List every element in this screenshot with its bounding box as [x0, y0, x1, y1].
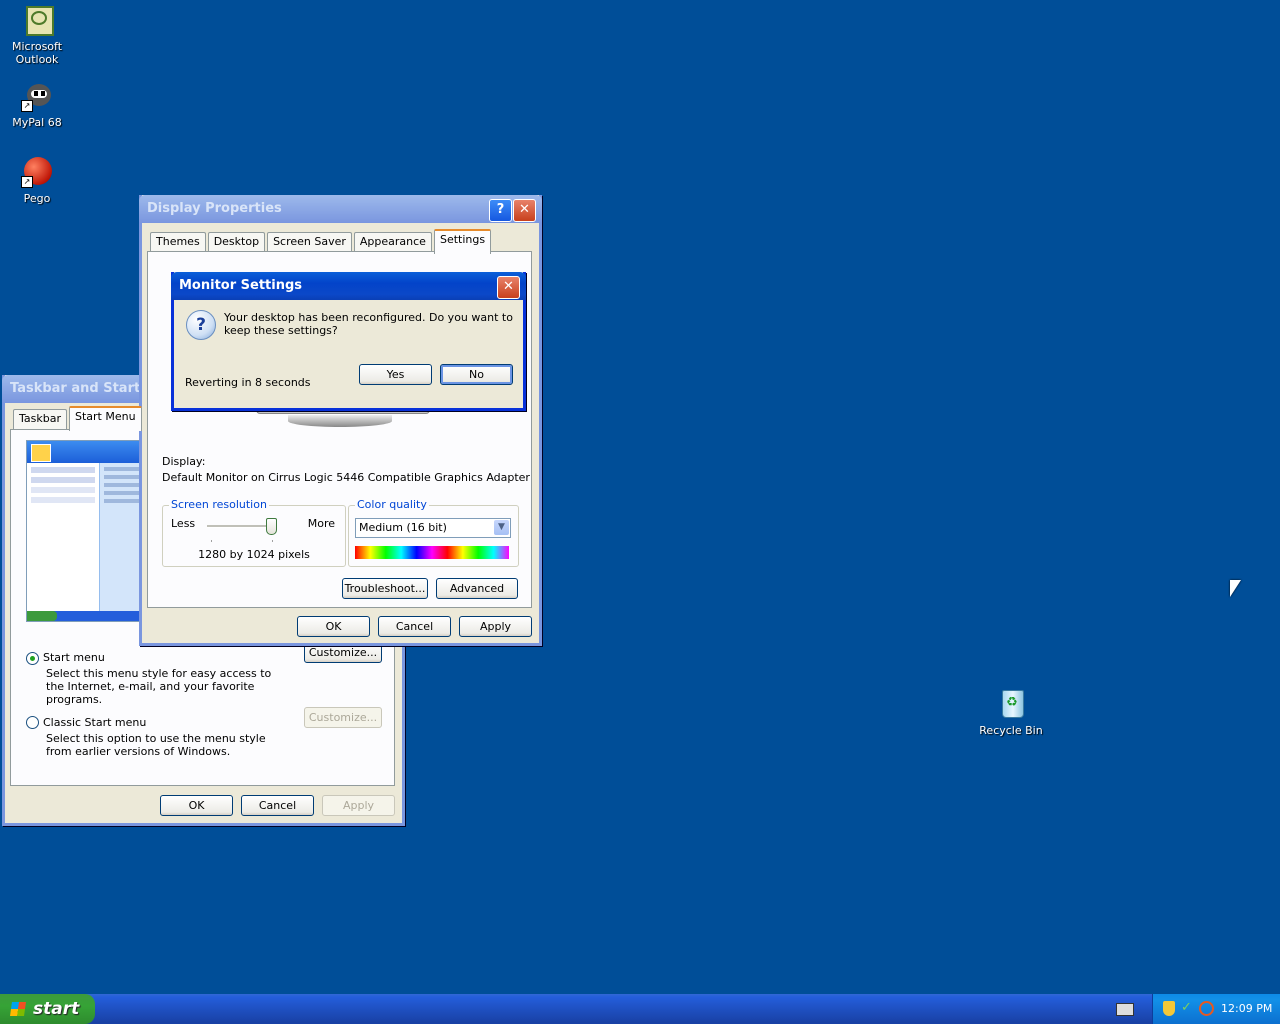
classic-start-menu-option-label: Classic Start menu [43, 716, 147, 729]
tab-themes[interactable]: Themes [150, 232, 206, 252]
ok-button[interactable]: OK [160, 795, 233, 816]
apply-button[interactable]: Apply [322, 795, 395, 816]
dialog-message: Your desktop has been reconfigured. Do y… [224, 311, 513, 337]
classic-start-menu-option-desc: Select this option to use the menu style… [46, 732, 266, 758]
tab-screen-saver[interactable]: Screen Saver [267, 232, 352, 252]
help-icon[interactable]: ? [489, 199, 512, 222]
desktop-icon-outlook[interactable]: Microsoft Outlook [0, 4, 74, 66]
recycle-bin-icon: ♻ [995, 688, 1027, 720]
more-label: More [307, 517, 335, 530]
monitor-settings-dialog: Monitor Settings ✕ ? Your desktop has be… [171, 272, 526, 411]
start-menu-radio[interactable] [26, 652, 39, 665]
cancel-button[interactable]: Cancel [378, 616, 451, 637]
clock[interactable]: 12:09 PM [1221, 1002, 1272, 1015]
start-button[interactable]: start [0, 994, 95, 1024]
mypal-icon: ↗ [21, 80, 53, 112]
close-icon[interactable]: ✕ [513, 199, 536, 222]
apply-button[interactable]: Apply [459, 616, 532, 637]
resolution-slider-track[interactable] [207, 525, 273, 528]
ok-button[interactable]: OK [297, 616, 370, 637]
cancel-button[interactable]: Cancel [241, 795, 314, 816]
yes-button[interactable]: Yes [359, 364, 432, 385]
keyboard-icon[interactable] [1116, 1003, 1134, 1016]
question-icon: ? [186, 310, 216, 340]
windows-logo-icon [10, 1002, 26, 1016]
desktop-icon-label: Recycle Bin [979, 724, 1043, 737]
display-properties-window: Display Properties ? ✕ Themes Desktop Sc… [139, 195, 542, 646]
tab-settings[interactable]: Settings [433, 229, 492, 254]
display-adapter-value: Default Monitor on Cirrus Logic 5446 Com… [162, 471, 530, 484]
user-avatar-icon [31, 444, 51, 462]
classic-start-menu-radio[interactable] [26, 716, 39, 729]
security-shield-icon[interactable] [1163, 1001, 1175, 1016]
outlook-icon [21, 4, 54, 36]
desktop-icon-label: Microsoft Outlook [11, 40, 63, 66]
tab-strip: Taskbar Start Menu [13, 406, 144, 431]
color-quality-selected-value: Medium (16 bit) [359, 521, 447, 534]
network-icon[interactable]: ✓ [1181, 1001, 1195, 1015]
pego-icon: ↗ [21, 156, 53, 188]
advanced-button[interactable]: Advanced [436, 578, 518, 599]
close-icon[interactable]: ✕ [497, 276, 520, 299]
tab-taskbar[interactable]: Taskbar [13, 409, 67, 429]
title-bar[interactable]: Monitor Settings ✕ [171, 272, 526, 300]
start-menu-option-desc: Select this menu style for easy access t… [46, 667, 272, 706]
chevron-down-icon[interactable]: ▼ [494, 520, 509, 535]
resolution-slider-thumb[interactable] [266, 518, 277, 535]
search-icon[interactable] [1199, 1001, 1214, 1016]
title-bar[interactable]: Display Properties ? ✕ [139, 195, 542, 223]
taskbar: start ✓ 12:09 PM [0, 994, 1280, 1024]
start-menu-option-label: Start menu [43, 651, 105, 664]
monitor-stand [288, 415, 392, 427]
dialog-title: Monitor Settings [179, 278, 303, 293]
desktop-icon-mypal[interactable]: ↗ MyPal 68 [0, 80, 74, 129]
shortcut-arrow-icon: ↗ [21, 176, 33, 188]
shortcut-arrow-icon: ↗ [21, 100, 33, 112]
tab-appearance[interactable]: Appearance [353, 232, 432, 252]
color-sample-bar [355, 546, 509, 559]
less-label: Less [171, 517, 196, 530]
no-button[interactable]: No [440, 364, 513, 385]
desktop-icon-label: MyPal 68 [12, 116, 62, 129]
customize-classic-button[interactable]: Customize... [304, 707, 382, 728]
resolution-value: 1280 by 1024 pixels [198, 548, 310, 561]
countdown-text: Reverting in 8 seconds [185, 376, 311, 389]
desktop-icon-label: Pego [23, 192, 51, 205]
tab-start-menu[interactable]: Start Menu [69, 406, 142, 431]
window-title: Display Properties [147, 201, 282, 216]
start-label: start [33, 999, 80, 1019]
desktop-icon-recycle-bin[interactable]: ♻ Recycle Bin [974, 688, 1048, 737]
display-label: Display: [162, 455, 206, 468]
group-legend: Screen resolution [169, 498, 269, 511]
color-quality-group: Color quality Medium (16 bit) ▼ [348, 498, 519, 567]
screen-resolution-group: Screen resolution Less More 1280 by 1024… [162, 498, 346, 567]
desktop-icon-pego[interactable]: ↗ Pego [0, 156, 74, 205]
mouse-cursor-icon [1230, 580, 1241, 597]
troubleshoot-button[interactable]: Troubleshoot... [342, 578, 428, 599]
color-quality-select[interactable]: Medium (16 bit) ▼ [355, 518, 511, 538]
group-legend: Color quality [355, 498, 429, 511]
system-tray: ✓ 12:09 PM [1152, 994, 1280, 1024]
tab-desktop[interactable]: Desktop [207, 232, 266, 252]
preview-header [27, 441, 157, 463]
